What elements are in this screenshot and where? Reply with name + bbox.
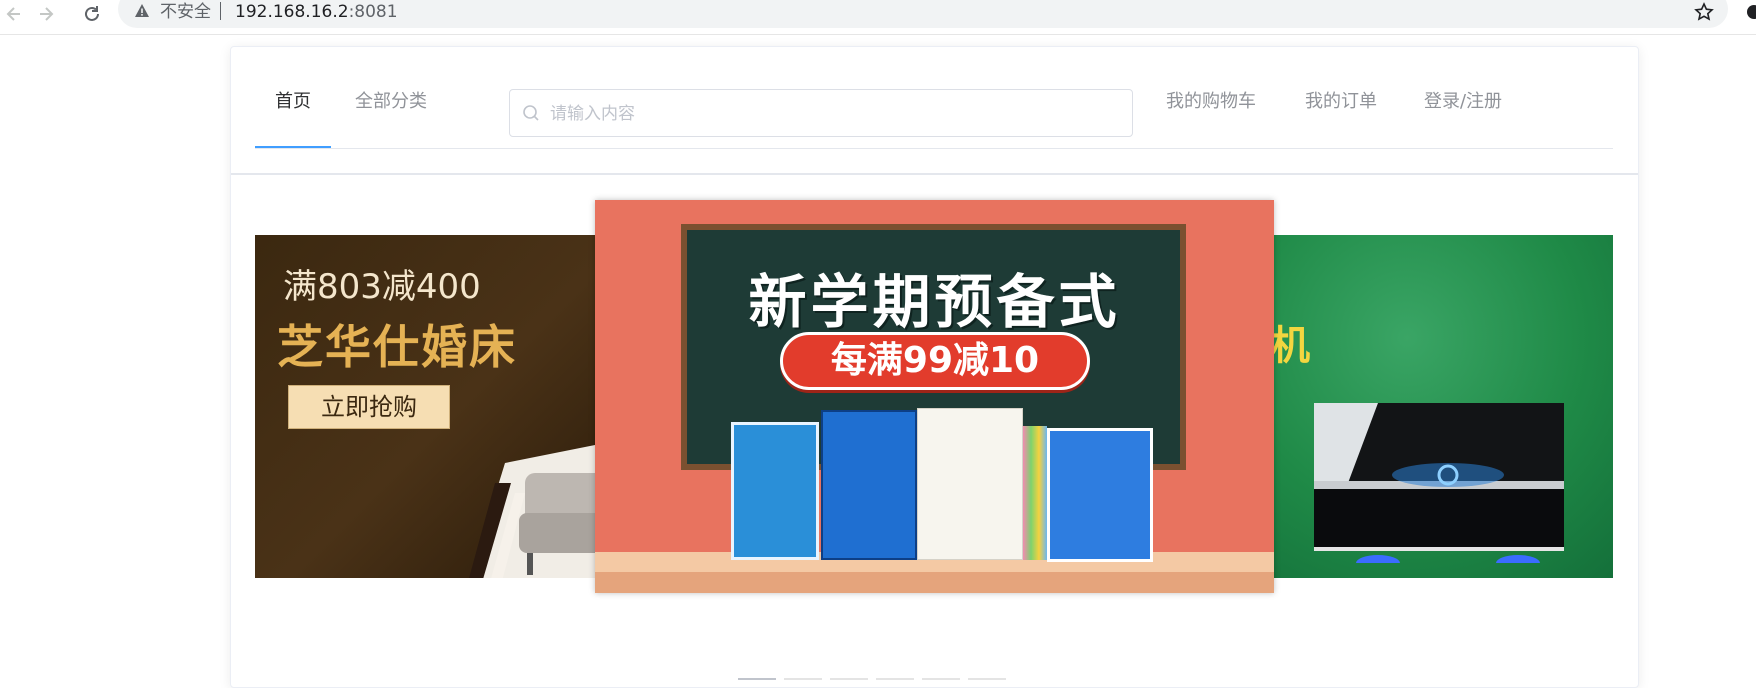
- profile-icon[interactable]: [1746, 3, 1756, 21]
- forward-button[interactable]: [32, 0, 60, 28]
- address-separator: [220, 2, 221, 20]
- nav-my-orders[interactable]: 我的订单: [1293, 47, 1389, 146]
- header-divider: [231, 173, 1638, 175]
- top-nav-menu: 首页 全部分类 我的购物车 我的订单 登录/注册: [255, 47, 1613, 149]
- reload-icon: [82, 4, 102, 24]
- search-icon: [522, 104, 540, 126]
- carousel-slide-bed-promo[interactable]: 满803减400 芝华仕婚床 立即抢购: [255, 235, 595, 578]
- page-container: 首页 全部分类 我的购物车 我的订单 登录/注册 满803减400 芝华仕婚床 …: [230, 46, 1639, 688]
- slide-product-title: 芝华仕婚床: [277, 320, 517, 374]
- carousel-slide-range-hood[interactable]: 机: [1270, 235, 1613, 578]
- sofa-bed-image: [469, 445, 595, 578]
- bookmark-star-icon[interactable]: [1694, 2, 1714, 26]
- nav-login-register[interactable]: 登录/注册: [1405, 47, 1521, 146]
- buy-now-button[interactable]: 立即抢购: [288, 385, 450, 429]
- nav-all-categories[interactable]: 全部分类: [339, 47, 443, 146]
- carousel-indicator[interactable]: [830, 678, 868, 680]
- range-hood-image: [1314, 403, 1564, 563]
- forward-arrow-icon: [37, 5, 55, 23]
- slide-promo-text: 满803减400: [283, 267, 481, 307]
- url-text[interactable]: 192.168.16.2:8081: [235, 0, 398, 24]
- carousel-slide-back-to-school[interactable]: 新学期预备式 每满99减10: [595, 200, 1274, 593]
- slide-headline: 新学期预备式: [748, 268, 1121, 336]
- book-spines: [1023, 426, 1047, 560]
- security-label[interactable]: 不安全: [160, 0, 211, 24]
- back-button[interactable]: [0, 0, 28, 28]
- carousel-indicator[interactable]: [876, 678, 914, 680]
- url-host: 192.168.16.2: [235, 2, 349, 22]
- warning-icon: [134, 3, 150, 23]
- banner-carousel[interactable]: 满803减400 芝华仕婚床 立即抢购 机 新学期预备式 每满99减10: [255, 200, 1613, 680]
- url-port: :8081: [348, 2, 398, 22]
- desk-front-graphic: [595, 572, 1274, 593]
- slide-partial-text: 机: [1270, 323, 1310, 369]
- carousel-indicators: [255, 678, 1613, 682]
- carousel-indicator[interactable]: [784, 678, 822, 680]
- carousel-indicator[interactable]: [968, 678, 1006, 680]
- carousel-indicator[interactable]: [738, 678, 776, 680]
- carousel-indicator[interactable]: [922, 678, 960, 680]
- promo-badge-text: 每满99减10: [830, 340, 1040, 381]
- search-input[interactable]: [548, 91, 1122, 137]
- book-cover-1: [731, 422, 819, 560]
- back-arrow-icon: [5, 5, 23, 23]
- nav-my-cart[interactable]: 我的购物车: [1151, 47, 1271, 146]
- book-cover-4: [1047, 428, 1153, 562]
- book-cover-3: [917, 408, 1023, 560]
- search-field[interactable]: [509, 89, 1133, 137]
- promo-badge: 每满99减10: [780, 332, 1090, 390]
- browser-toolbar: 不安全 192.168.16.2:8081: [0, 0, 1756, 35]
- reload-button[interactable]: [78, 0, 106, 28]
- book-cover-2: [821, 410, 917, 560]
- nav-home[interactable]: 首页: [255, 47, 331, 148]
